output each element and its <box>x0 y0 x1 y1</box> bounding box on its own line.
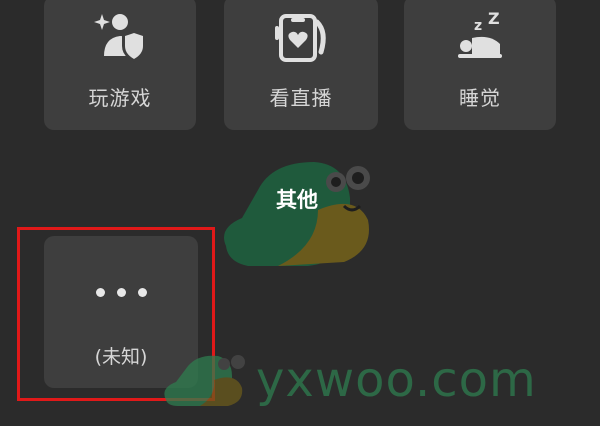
activity-card-play-game[interactable]: 玩游戏 <box>44 0 196 130</box>
activity-label: 睡觉 <box>459 86 501 110</box>
watermark-snail-logo <box>164 355 245 406</box>
svg-text:z: z <box>474 18 482 34</box>
svg-text:Z: Z <box>488 9 500 28</box>
activity-label: 玩游戏 <box>88 86 152 110</box>
section-title-other: 其他 <box>276 188 318 212</box>
sleep-zzz-icon: z Z <box>450 8 510 68</box>
activity-card-watch-live[interactable]: 看直播 <box>224 0 378 130</box>
watermark-text: yxwoo.com <box>256 352 537 408</box>
live-stream-phone-icon <box>271 8 331 68</box>
game-shield-icon <box>90 8 150 68</box>
activity-card-sleep[interactable]: z Z 睡觉 <box>404 0 556 130</box>
activity-label: 看直播 <box>269 86 333 110</box>
